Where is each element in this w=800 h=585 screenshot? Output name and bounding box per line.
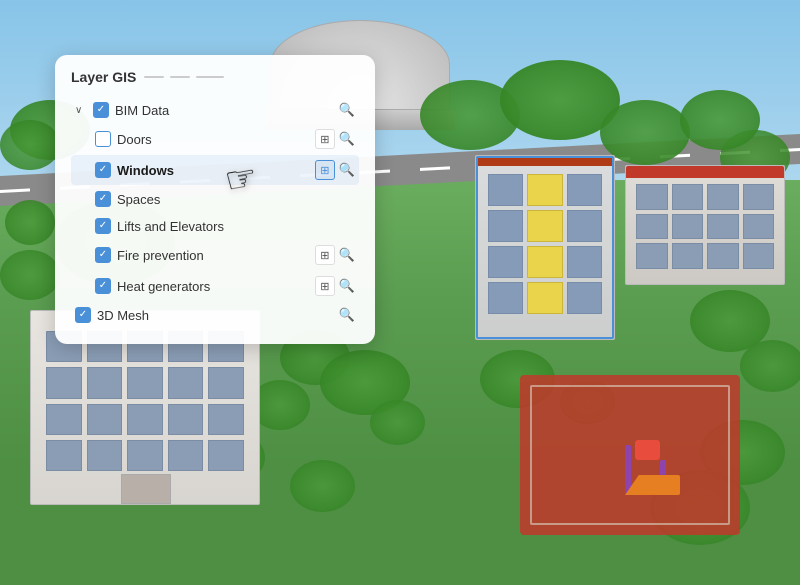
checkbox-heat[interactable]: ✓ [95,278,111,294]
checkbox-bim-data[interactable]: ✓ [93,102,109,118]
search-icon-heat[interactable]: 🔍 [339,278,355,294]
layer-icons-mesh: 🔍 [339,307,355,323]
tree-group [680,90,760,150]
tree-group [290,460,355,512]
layer-icons-windows: ⊞ 🔍 [315,160,355,180]
layer-item-mesh[interactable]: ✓ 3D Mesh 🔍 [71,302,359,328]
toggle-arrow-bim: ∨ [75,105,87,116]
layer-item-doors[interactable]: Doors ⊞ 🔍 [71,124,359,154]
dash-1 [144,76,164,78]
layer-item-windows[interactable]: ✓ Windows ⊞ 🔍 [71,155,359,185]
tree-group [370,400,425,445]
layer-item-lifts[interactable]: ✓ Lifts and Elevators [71,213,359,239]
layer-item-heat[interactable]: ✓ Heat generators ⊞ 🔍 [71,271,359,301]
layer-icons-doors: ⊞ 🔍 [315,129,355,149]
panel-header: Layer GIS [71,69,359,85]
table-icon-fire[interactable]: ⊞ [315,245,335,265]
layer-gis-panel: Layer GIS ∨ ✓ BIM Data 🔍 Doors ⊞ 🔍 [55,55,375,344]
panel-title: Layer GIS [71,69,136,85]
checkbox-spaces[interactable]: ✓ [95,191,111,207]
layer-item-spaces[interactable]: ✓ Spaces [71,186,359,212]
layer-list: ∨ ✓ BIM Data 🔍 Doors ⊞ 🔍 ✓ Windows [71,97,359,328]
layer-item-bim-data[interactable]: ∨ ✓ BIM Data 🔍 [71,97,359,123]
building-center [475,155,615,340]
search-icon-mesh[interactable]: 🔍 [339,307,355,323]
search-icon-bim[interactable]: 🔍 [339,102,355,118]
table-icon-heat[interactable]: ⊞ [315,276,335,296]
layer-item-fire[interactable]: ✓ Fire prevention ⊞ 🔍 [71,240,359,270]
layer-label-mesh: 3D Mesh [97,308,333,323]
layer-label-doors: Doors [117,132,309,147]
dash-3 [196,76,224,78]
checkbox-doors[interactable] [95,131,111,147]
layer-icons-heat: ⊞ 🔍 [315,276,355,296]
layer-label-heat: Heat generators [117,279,309,294]
search-icon-windows[interactable]: 🔍 [339,162,355,178]
checkbox-fire[interactable]: ✓ [95,247,111,263]
search-icon-fire[interactable]: 🔍 [339,247,355,263]
tree-group [5,200,55,245]
tree-group [0,250,60,300]
panel-dashes [144,76,224,78]
table-icon-windows[interactable]: ⊞ [315,160,335,180]
playground [625,440,695,495]
tree-group [740,340,800,392]
layer-label-lifts: Lifts and Elevators [117,219,349,234]
layer-label-windows: Windows [117,163,309,178]
checkbox-windows[interactable]: ✓ [95,162,111,178]
dash-2 [170,76,190,78]
layer-label-spaces: Spaces [117,192,349,207]
checkbox-mesh[interactable]: ✓ [75,307,91,323]
search-icon-doors[interactable]: 🔍 [339,131,355,147]
layer-label-bim-data: BIM Data [115,103,333,118]
table-icon-doors[interactable]: ⊞ [315,129,335,149]
tree-group [0,120,60,170]
layer-icons-fire: ⊞ 🔍 [315,245,355,265]
checkbox-lifts[interactable]: ✓ [95,218,111,234]
layer-label-fire: Fire prevention [117,248,309,263]
building-right-bg [625,165,785,285]
layer-icons-bim: 🔍 [339,102,355,118]
